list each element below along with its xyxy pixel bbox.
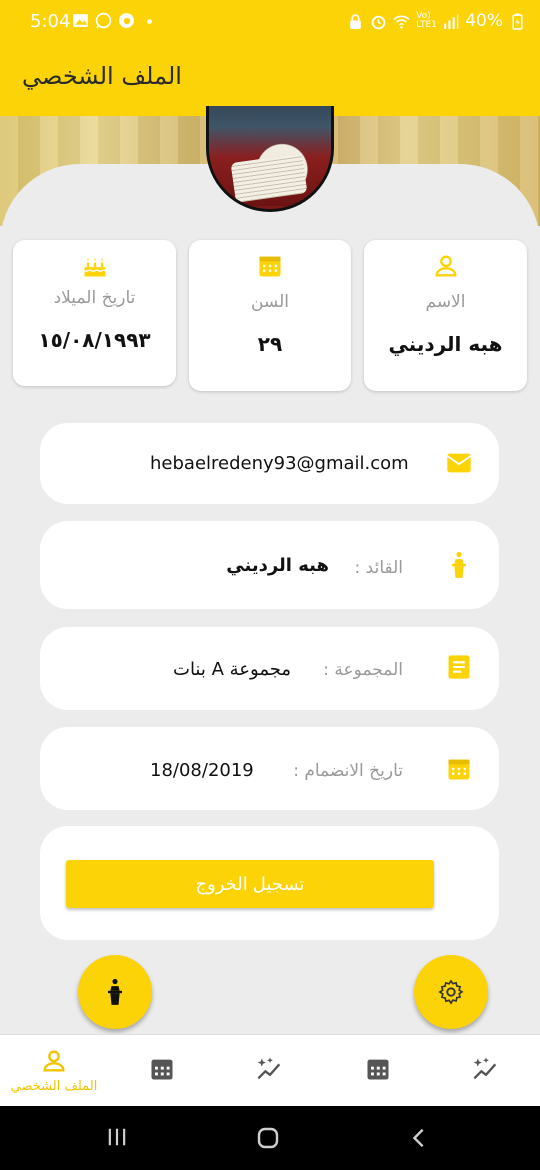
calendar-icon	[151, 1059, 173, 1080]
birthday-label: تاريخ الميلاد	[53, 288, 136, 308]
signal-icon	[444, 13, 459, 29]
birthday-card: تاريخ الميلاد ١٥/٠٨/١٩٩٣	[13, 240, 176, 386]
email-row: hebaelredeny93@gmail.com	[40, 423, 499, 504]
nav-calendar-2[interactable]	[324, 1035, 432, 1107]
sparkle-chart-icon	[473, 1057, 497, 1080]
gallery-icon	[73, 14, 88, 27]
battery-percent: 40%	[465, 11, 503, 31]
system-nav-bar	[0, 1106, 540, 1170]
group-row: المجموعة : مجموعة A بنات	[40, 627, 499, 710]
bottom-nav: الملف الشخصي	[0, 1034, 540, 1106]
person-icon	[434, 255, 457, 277]
group-value: مجموعة A بنات	[173, 659, 291, 680]
calendar-icon	[367, 1059, 389, 1080]
leader-value: هبه الرديني	[226, 555, 329, 576]
person-icon	[43, 1050, 65, 1072]
notification-icons	[72, 12, 158, 29]
battery-charging-icon	[512, 13, 523, 30]
settings-fab[interactable]	[414, 955, 488, 1029]
sparkle-chart-icon	[257, 1057, 281, 1080]
name-label: الاسم	[425, 292, 466, 312]
calendar-icon	[448, 759, 470, 780]
logout-button[interactable]: تسجيل الخروج	[66, 860, 434, 908]
home-icon[interactable]	[256, 1126, 280, 1150]
logout-container: تسجيل الخروج	[40, 826, 499, 940]
podium-icon	[108, 978, 122, 1005]
birthday-cake-icon	[83, 257, 106, 277]
name-value: هبه الرديني	[388, 332, 503, 356]
avatar[interactable]	[206, 106, 334, 212]
email-value: hebaelredeny93@gmail.com	[150, 453, 409, 474]
status-bar: 5:04 Vo) LTE1 40%	[0, 0, 540, 44]
age-label: السن	[250, 292, 289, 312]
group-label: المجموعة :	[323, 660, 403, 680]
whatsapp-icon	[95, 12, 112, 29]
nav-calendar-1[interactable]	[108, 1035, 216, 1107]
nav-stats-1[interactable]	[216, 1035, 324, 1107]
email-icon	[446, 453, 472, 473]
dot-icon	[147, 19, 152, 24]
back-icon[interactable]	[408, 1126, 430, 1150]
system-status: Vo) LTE1 40%	[347, 11, 526, 31]
age-value: ٢٩	[257, 332, 283, 356]
nav-profile-label: الملف الشخصي	[10, 1079, 98, 1094]
recents-icon[interactable]	[104, 1126, 130, 1148]
wifi-icon	[393, 15, 410, 29]
nav-stats-2[interactable]	[432, 1035, 540, 1107]
age-card: السن ٢٩	[189, 240, 351, 391]
network-type: Vo) LTE1	[416, 11, 437, 30]
status-time: 5:04	[30, 11, 71, 32]
leader-row: القائد : هبه الرديني	[40, 521, 499, 609]
join-date-value: 18/08/2019	[150, 760, 254, 781]
nav-profile[interactable]: الملف الشخصي	[0, 1035, 108, 1107]
join-date-label: تاريخ الانضمام :	[293, 761, 403, 781]
vodafone-icon	[119, 13, 134, 28]
gear-icon	[438, 979, 464, 1005]
name-card: الاسم هبه الرديني	[364, 240, 527, 391]
calendar-icon	[259, 256, 281, 277]
podium-icon	[452, 551, 466, 578]
notes-icon	[448, 655, 470, 679]
leader-fab[interactable]	[78, 955, 152, 1029]
join-date-row: تاريخ الانضمام : 18/08/2019	[40, 727, 499, 810]
alarm-icon	[371, 15, 386, 29]
birthday-value: ١٥/٠٨/١٩٩٣	[38, 328, 151, 352]
page-title: الملف الشخصي	[22, 62, 182, 90]
lock-icon	[350, 13, 362, 29]
screen: { "status_bar": { "time": "5:04", "batte…	[0, 0, 540, 1170]
leader-label: القائد :	[354, 558, 403, 578]
